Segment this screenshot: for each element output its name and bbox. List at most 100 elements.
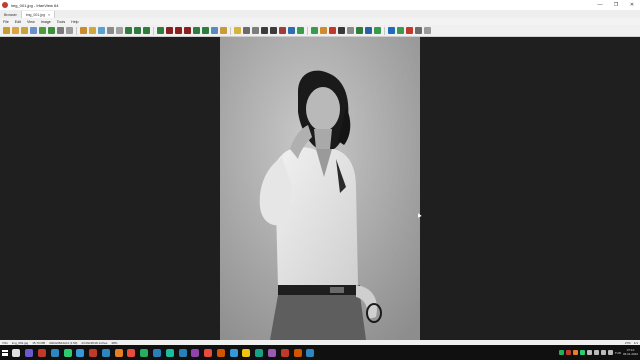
toolbar-button-icon[interactable] — [57, 27, 64, 34]
start-button[interactable] — [0, 345, 10, 360]
maximize-button[interactable]: ❐ — [608, 0, 624, 10]
toolbar-button-icon[interactable] — [261, 27, 268, 34]
toolbar-button-icon[interactable] — [338, 27, 345, 34]
taskbar-app-icon[interactable] — [165, 348, 174, 357]
taskbar-app-icon[interactable] — [280, 348, 289, 357]
toolbar-button-icon[interactable] — [234, 27, 241, 34]
toolbar-button-icon[interactable] — [220, 27, 227, 34]
toolbar-button-icon[interactable] — [288, 27, 295, 34]
tray-icon[interactable] — [600, 350, 606, 355]
taskbar-app-icon[interactable] — [229, 348, 238, 357]
menu-image[interactable]: Image — [41, 20, 51, 24]
toolbar-button-icon[interactable] — [388, 27, 395, 34]
taskbar-app-icon[interactable] — [101, 348, 110, 357]
language-indicator[interactable]: TUR — [615, 351, 621, 355]
taskbar-app-icon[interactable] — [152, 348, 161, 357]
tray-icon[interactable] — [607, 350, 613, 355]
toolbar-button-icon[interactable] — [175, 27, 182, 34]
taskbar-app-icon[interactable] — [89, 348, 98, 357]
toolbar-button-icon[interactable] — [270, 27, 277, 34]
taskbar-app-icon[interactable] — [127, 348, 136, 357]
toolbar-button-icon[interactable] — [157, 27, 164, 34]
taskbar-app-icon[interactable] — [204, 348, 213, 357]
toolbar-button-icon[interactable] — [397, 27, 404, 34]
toolbar-button-icon[interactable] — [415, 27, 422, 34]
tray-icon[interactable] — [565, 350, 571, 355]
toolbar-button-icon[interactable] — [116, 27, 123, 34]
taskbar-app-icon[interactable] — [63, 348, 72, 357]
photo-image — [220, 37, 420, 340]
tray-icon[interactable] — [586, 350, 592, 355]
toolbar-button-icon[interactable] — [365, 27, 372, 34]
tray-icon[interactable] — [579, 350, 585, 355]
menu-edit[interactable]: Edit — [15, 20, 21, 24]
toolbar-button-icon[interactable] — [184, 27, 191, 34]
taskbar-app-icon[interactable] — [25, 348, 34, 357]
app-icon — [2, 2, 8, 8]
toolbar-button-icon[interactable] — [134, 27, 141, 34]
taskbar-app-icon[interactable] — [268, 348, 277, 357]
toolbar-button-icon[interactable] — [311, 27, 318, 34]
taskbar-app-icon[interactable] — [12, 348, 21, 357]
taskbar-app-icon[interactable] — [293, 348, 302, 357]
toolbar-button-icon[interactable] — [107, 27, 114, 34]
toolbar-button-icon[interactable] — [48, 27, 55, 34]
tab-browser[interactable]: Browser — [0, 11, 22, 18]
window-controls: — ❐ ✕ — [592, 0, 640, 10]
taskbar-app-icon[interactable] — [37, 348, 46, 357]
taskbar-app-icon[interactable] — [191, 348, 200, 357]
taskbar-app-icon[interactable] — [306, 348, 315, 357]
menu-help[interactable]: Help — [71, 20, 78, 24]
taskbar-app-icon[interactable] — [50, 348, 59, 357]
toolbar-button-icon[interactable] — [21, 27, 28, 34]
toolbar-button-icon[interactable] — [143, 27, 150, 34]
status-quality: 27% — [624, 340, 631, 345]
toolbar-separator — [153, 26, 154, 35]
toolbar-button-icon[interactable] — [297, 27, 304, 34]
toolbar-button-icon[interactable] — [89, 27, 96, 34]
toolbar-button-icon[interactable] — [356, 27, 363, 34]
tab-image[interactable]: img_001.jpg × — [21, 11, 56, 18]
tray-icon[interactable] — [558, 350, 564, 355]
toolbar-button-icon[interactable] — [320, 27, 327, 34]
toolbar-button-icon[interactable] — [12, 27, 19, 34]
minimize-button[interactable]: — — [592, 0, 608, 10]
clock[interactable]: 07:10 06.01.2022 — [623, 348, 638, 356]
taskbar-app-icon[interactable] — [76, 348, 85, 357]
toolbar-button-icon[interactable] — [98, 27, 105, 34]
toolbar-button-icon[interactable] — [202, 27, 209, 34]
toolbar-button-icon[interactable] — [30, 27, 37, 34]
toolbar-button-icon[interactable] — [211, 27, 218, 34]
toolbar-button-icon[interactable] — [80, 27, 87, 34]
taskbar-app-icon[interactable] — [216, 348, 225, 357]
toolbar-button-icon[interactable] — [66, 27, 73, 34]
toolbar-button-icon[interactable] — [406, 27, 413, 34]
toolbar-button-icon[interactable] — [243, 27, 250, 34]
taskbar-app-icon[interactable] — [178, 348, 187, 357]
status-filesize: 15.70 MB — [32, 340, 46, 345]
menu-tools[interactable]: Tools — [57, 20, 65, 24]
taskbar-app-icon[interactable] — [140, 348, 149, 357]
menu-view[interactable]: View — [27, 20, 35, 24]
tray-icon[interactable] — [593, 350, 599, 355]
toolbar-button-icon[interactable] — [347, 27, 354, 34]
toolbar-button-icon[interactable] — [166, 27, 173, 34]
toolbar-button-icon[interactable] — [39, 27, 46, 34]
toolbar-button-icon[interactable] — [424, 27, 431, 34]
toolbar-button-icon[interactable] — [329, 27, 336, 34]
toolbar-button-icon[interactable] — [193, 27, 200, 34]
menu-file[interactable]: File — [3, 20, 9, 24]
taskbar-app-icon[interactable] — [114, 348, 123, 357]
close-icon[interactable]: × — [48, 12, 50, 17]
close-button[interactable]: ✕ — [624, 0, 640, 10]
tray-icon[interactable] — [572, 350, 578, 355]
status-page: 1/1 — [633, 340, 638, 345]
toolbar-button-icon[interactable] — [374, 27, 381, 34]
image-canvas[interactable] — [0, 37, 640, 340]
taskbar-app-icon[interactable] — [255, 348, 264, 357]
toolbar-button-icon[interactable] — [3, 27, 10, 34]
toolbar-button-icon[interactable] — [279, 27, 286, 34]
toolbar-button-icon[interactable] — [252, 27, 259, 34]
toolbar-button-icon[interactable] — [125, 27, 132, 34]
taskbar-app-icon[interactable] — [242, 348, 251, 357]
